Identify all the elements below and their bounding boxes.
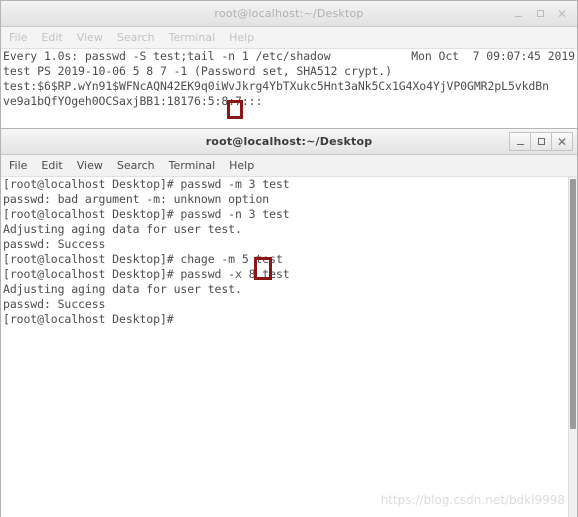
menubar-watch: File Edit View Search Terminal Help (1, 27, 577, 49)
minimize-button-shell[interactable] (509, 132, 531, 151)
minimize-button-watch[interactable] (507, 4, 529, 23)
minimize-icon (516, 144, 524, 145)
terminal-window-shell[interactable]: root@localhost:~/Desktop ✕ File Edit Vie… (0, 128, 578, 517)
terminal-line: [root@localhost Desktop]# chage -m 5 tes… (3, 252, 283, 266)
watermark-text: https://blog.csdn.net/bdkl9998 (380, 493, 565, 507)
window-controls-watch: ✕ (507, 1, 573, 26)
menu-item-help[interactable]: Help (229, 31, 254, 44)
menu-item-file[interactable]: File (9, 31, 27, 44)
menu-item-view[interactable]: View (77, 31, 103, 44)
terminal-line: test PS 2019-10-06 5 8 7 -1 (Password se… (3, 64, 392, 78)
watch-header-command: Every 1.0s: passwd -S test;tail -n 1 /et… (3, 49, 331, 63)
terminal-line: Adjusting aging data for user test. (3, 282, 242, 296)
titlebar-shell[interactable]: root@localhost:~/Desktop ✕ (1, 129, 577, 155)
menu-item-view[interactable]: View (77, 159, 103, 172)
terminal-line: passwd: bad argument -m: unknown option (3, 192, 270, 206)
window-title-watch: root@localhost:~/Desktop (214, 7, 364, 20)
terminal-line: [root@localhost Desktop]# passwd -n 3 te… (3, 207, 290, 221)
menu-item-file[interactable]: File (9, 159, 27, 172)
terminal-line: Adjusting aging data for user test. (3, 222, 242, 236)
menu-item-search[interactable]: Search (117, 31, 155, 44)
menu-item-terminal[interactable]: Terminal (169, 31, 216, 44)
maximize-icon (537, 138, 545, 145)
minimize-icon (514, 16, 522, 17)
scrollbar-thumb[interactable] (570, 179, 576, 429)
terminal-line: passwd: Success (3, 237, 106, 251)
menu-item-search[interactable]: Search (117, 159, 155, 172)
terminal-line: Every 1.0s: passwd -S test;tail -n 1 /et… (1, 49, 577, 64)
terminal-line: [root@localhost Desktop]# (3, 312, 174, 326)
watch-header-timestamp: Mon Oct 7 09:07:45 2019 (411, 49, 575, 63)
terminal-output-shell[interactable]: [root@localhost Desktop]# passwd -m 3 te… (1, 177, 577, 517)
menubar-shell: File Edit View Search Terminal Help (1, 155, 577, 177)
close-icon: ✕ (556, 6, 568, 21)
window-controls-shell: ✕ (509, 129, 573, 154)
close-icon: ✕ (556, 134, 568, 149)
menu-item-terminal[interactable]: Terminal (169, 159, 216, 172)
close-button-shell[interactable]: ✕ (551, 132, 573, 151)
menu-item-edit[interactable]: Edit (41, 159, 62, 172)
terminal-line: ve9a1bQfYOgeh0OCSaxjBB1:18176:5:8:7::: (3, 94, 263, 108)
terminal-window-watch[interactable]: root@localhost:~/Desktop ✕ File Edit Vie… (0, 0, 578, 129)
menu-item-help[interactable]: Help (229, 159, 254, 172)
close-button-watch[interactable]: ✕ (551, 4, 573, 23)
terminal-output-watch[interactable]: Every 1.0s: passwd -S test;tail -n 1 /et… (1, 49, 577, 129)
terminal-line: [root@localhost Desktop]# passwd -x 8 te… (3, 267, 290, 281)
window-title-shell: root@localhost:~/Desktop (205, 135, 373, 148)
terminal-line: passwd: Success (3, 297, 106, 311)
terminal-line: [root@localhost Desktop]# passwd -m 3 te… (3, 177, 290, 191)
terminal-line: test:$6$RP.wYn91$WFNcAQN42EK9q0iWvJkrg4Y… (3, 79, 549, 93)
terminal-scrollbar[interactable] (568, 177, 577, 517)
titlebar-watch[interactable]: root@localhost:~/Desktop ✕ (1, 1, 577, 27)
maximize-button-watch[interactable] (529, 4, 551, 23)
menu-item-edit[interactable]: Edit (41, 31, 62, 44)
maximize-icon (536, 10, 544, 17)
maximize-button-shell[interactable] (530, 132, 552, 151)
